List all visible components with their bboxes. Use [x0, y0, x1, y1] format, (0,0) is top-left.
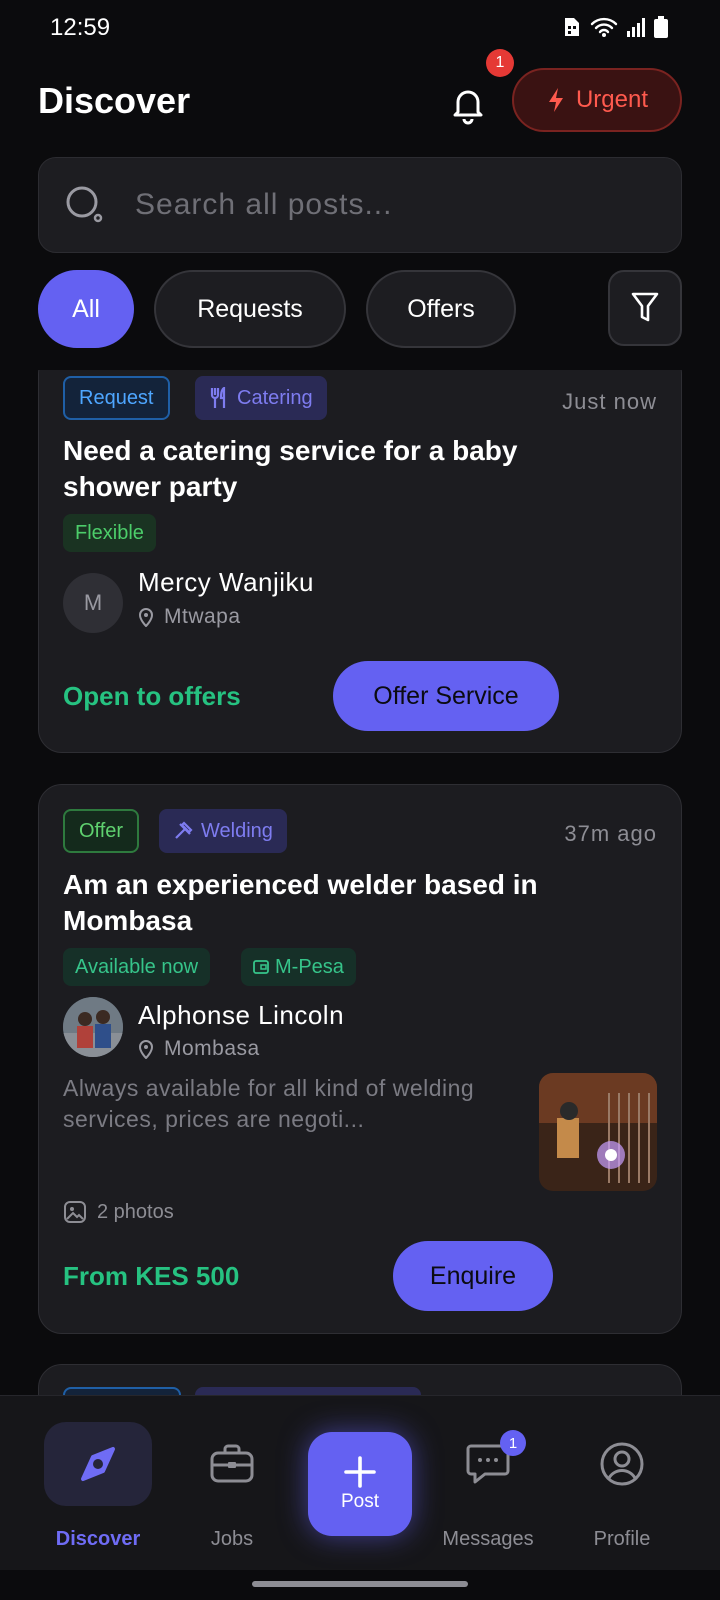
tools-icon [175, 821, 193, 839]
location-label: Mombasa [164, 1037, 260, 1060]
status-time: 12:59 [50, 14, 111, 41]
nav-icon-wrap [568, 1422, 676, 1506]
wifi-icon [590, 17, 618, 37]
bell-icon [453, 90, 483, 125]
filter-chip-all[interactable]: All [38, 270, 134, 348]
filter-button[interactable] [608, 270, 682, 346]
category-tag: Welding [159, 809, 287, 853]
briefcase-icon [210, 1444, 254, 1483]
availability-pill: Flexible [63, 514, 156, 552]
avatar-photo [63, 997, 123, 1057]
location-pin-icon [138, 1040, 154, 1059]
photos-label: 2 photos [97, 1200, 174, 1223]
post-button[interactable]: Post [308, 1432, 412, 1536]
user-name[interactable]: Alphonse Lincoln [138, 1000, 344, 1031]
location-pin-icon [138, 608, 154, 627]
post-label: Post [340, 1491, 380, 1512]
user-location: Mtwapa [138, 605, 241, 629]
signal-icon [627, 18, 645, 37]
category-tag [195, 1387, 421, 1395]
compass-icon [81, 1447, 115, 1481]
category-label: Welding [201, 819, 273, 842]
nav-profile[interactable]: Profile [552, 1396, 692, 1571]
payment-label: M-Pesa [275, 955, 344, 978]
battery-icon [654, 16, 668, 38]
funnel-icon [631, 292, 659, 322]
image-icon [64, 1201, 86, 1223]
utensils-icon [210, 387, 226, 408]
availability-pill: Available now [63, 948, 211, 986]
post-card[interactable] [38, 1364, 682, 1395]
filter-chip-offers[interactable]: Offers [366, 270, 516, 348]
post-card[interactable]: Request Catering Just now Need a caterin… [38, 370, 682, 753]
avatar[interactable]: M [63, 573, 123, 633]
status-icons [562, 16, 668, 38]
enquire-button[interactable]: Enquire [393, 1241, 553, 1311]
nav-label: Discover [55, 1528, 141, 1550]
filter-bar: All Requests Offers [0, 270, 720, 350]
sim-icon [565, 18, 579, 36]
plus-icon [344, 1456, 376, 1488]
bottom-nav: Discover Jobs Post 1 Messages Profile [0, 1395, 720, 1570]
search-input[interactable] [135, 188, 655, 222]
post-description: Always available for all kind of welding… [63, 1075, 475, 1132]
photos-count: 2 photos [63, 1200, 174, 1224]
welding-photo [539, 1073, 657, 1191]
post-time: Just now [562, 389, 657, 414]
nav-label: Jobs [210, 1528, 254, 1550]
post-time: 37m ago [564, 821, 657, 846]
nav-icon-wrap [178, 1422, 286, 1506]
user-name[interactable]: Mercy Wanjiku [138, 567, 314, 598]
nav-jobs[interactable]: Jobs [162, 1396, 302, 1571]
status-bar: 12:59 [0, 0, 720, 56]
nav-discover[interactable]: Discover [28, 1396, 168, 1571]
post-title: Need a catering service for a baby showe… [63, 435, 518, 502]
page-title: Discover [38, 80, 191, 121]
type-tag: Request [63, 376, 170, 420]
offer-service-button[interactable]: Offer Service [333, 661, 559, 731]
price-label: From KES 500 [63, 1261, 240, 1291]
messages-badge: 1 [500, 1430, 526, 1456]
location-label: Mtwapa [164, 605, 241, 628]
user-location: Mombasa [138, 1037, 260, 1061]
search-bar[interactable] [38, 157, 682, 253]
urgent-button[interactable]: Urgent [512, 68, 682, 132]
filter-chip-requests[interactable]: Requests [154, 270, 346, 348]
urgent-label: Urgent [575, 86, 649, 113]
nav-messages[interactable]: 1 Messages [418, 1396, 558, 1571]
type-tag-label: Request [79, 386, 154, 409]
post-feed[interactable]: Request Catering Just now Need a caterin… [0, 370, 720, 1395]
category-tag: Catering [195, 376, 327, 420]
post-thumbnail[interactable] [539, 1073, 657, 1191]
type-tag: Offer [63, 809, 140, 853]
nav-icon-wrap [434, 1422, 542, 1506]
post-card[interactable]: Offer Welding 37m ago Am an experienced … [38, 784, 682, 1334]
category-label: Catering [237, 386, 313, 409]
nav-icon-wrap [44, 1422, 152, 1506]
post-title: Am an experienced welder based in Mombas… [63, 869, 538, 936]
avatar[interactable] [63, 997, 123, 1057]
home-indicator [252, 1581, 468, 1587]
nav-label: Profile [593, 1528, 651, 1550]
notifications-button[interactable] [446, 82, 490, 126]
payment-pill: M-Pesa [241, 948, 356, 986]
nav-label: Messages [442, 1528, 534, 1550]
user-icon [600, 1442, 644, 1486]
wallet-icon [253, 960, 269, 974]
type-tag-label: Offer [79, 819, 124, 842]
type-tag [63, 1387, 181, 1395]
search-icon [66, 186, 103, 223]
notification-badge: 1 [486, 49, 514, 77]
lightning-icon [548, 88, 563, 112]
price-label: Open to offers [63, 681, 241, 711]
